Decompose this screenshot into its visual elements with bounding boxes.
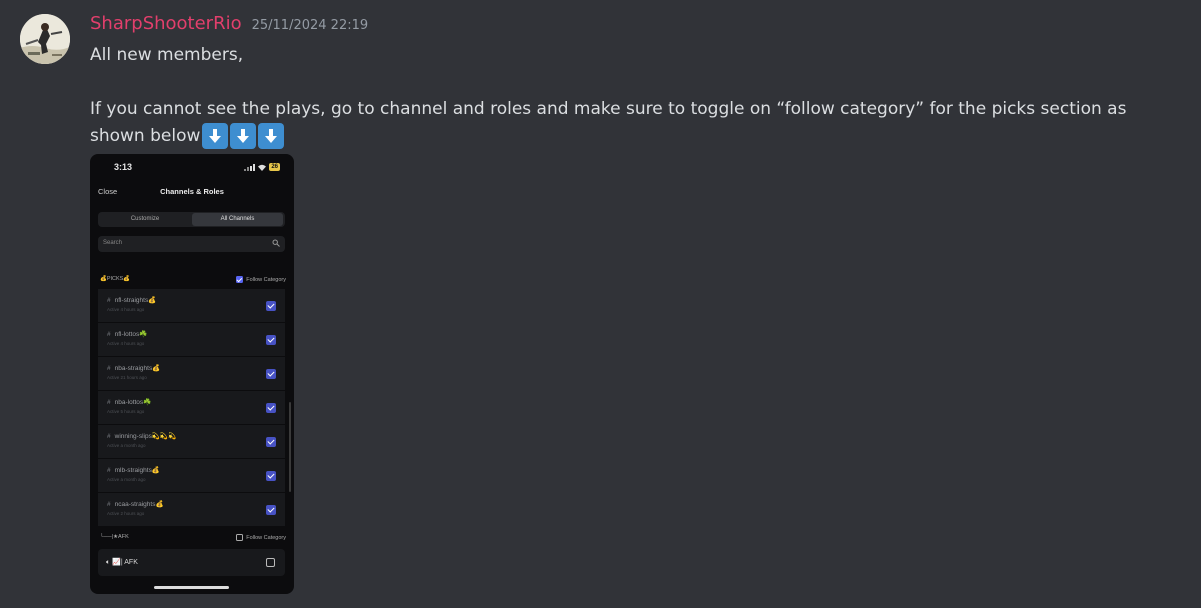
phone-search-placeholder: Search (103, 240, 123, 246)
phone-clock: 3:13 (114, 162, 133, 172)
phone-channel-name: # nfl-straights💰 (107, 297, 157, 304)
phone-channel-row: # mlb-straights💰 Active a month ago (98, 459, 285, 493)
phone-follow-category-picks: Follow Category (236, 276, 286, 283)
emoji-row (202, 123, 285, 149)
search-icon (272, 239, 280, 247)
phone-channel-name: # nba-straights💰 (107, 365, 161, 372)
phone-channel-name: # winning-slips💫💫💫 (107, 433, 177, 440)
arrow-down-emoji[interactable] (230, 123, 257, 149)
checkbox-checked-icon (266, 471, 276, 481)
hash-icon: # (107, 399, 111, 406)
phone-channel-row: # nba-straights💰 Active 21 hours ago (98, 357, 285, 391)
phone-channel-name: # ncaa-straights💰 (107, 501, 164, 508)
checkbox-checked-icon (266, 301, 276, 311)
checkbox-checked-icon (236, 276, 244, 283)
phone-tab-customize: Customize (130, 216, 160, 222)
phone-follow-category-label: Follow Category (246, 534, 286, 541)
phone-afk-channel-name: 🔈︎ 📈| AFK (106, 559, 138, 566)
phone-channel-row: # nba-lottos☘️ Active 5 hours ago (98, 391, 285, 425)
phone-home-indicator (154, 586, 229, 589)
phone-channel-row: # winning-slips💫💫💫 Active a month ago (98, 425, 285, 459)
message-line-instructions: If you cannot see the plays, go to chann… (90, 99, 1127, 119)
arrow-down-emoji[interactable] (202, 123, 229, 149)
phone-channel-activity: Active 4 hours ago (107, 341, 145, 346)
wifi-icon (258, 164, 267, 171)
phone-channel-name: # mlb-straights💰 (107, 467, 160, 474)
message-line-shown-below: shown below (90, 123, 1170, 150)
signal-icon (244, 163, 256, 171)
checkbox-checked-icon (266, 335, 276, 345)
phone-follow-category-afk: Follow Category (236, 534, 286, 541)
checkbox-checked-icon (266, 505, 276, 515)
author-name[interactable]: SharpShooterRio (90, 13, 242, 34)
phone-search-bar: Search (98, 236, 285, 252)
phone-picks-category-label: 💰PICKS💰 (100, 276, 131, 282)
phone-afk-channel-row: 🔈︎ 📈| AFK (98, 549, 285, 576)
battery-icon: 26 (269, 163, 280, 171)
chat-message: SharpShooterRio 25/11/2024 22:19 All new… (0, 0, 1201, 608)
phone-status-icons: 26 (244, 163, 280, 171)
message-line-greeting: All new members, (90, 45, 244, 65)
hash-icon: # (107, 365, 111, 372)
phone-channel-list: # nfl-straights💰 Active 4 hours ago # nfl-… (98, 289, 285, 527)
phone-picks-category-header: 💰PICKS💰 Follow Category (100, 276, 286, 286)
checkbox-checked-icon (266, 369, 276, 379)
phone-channel-name: # nba-lottos☘️ (107, 399, 152, 406)
checkbox-unchecked-icon (266, 558, 275, 567)
phone-nav-header: Close Channels & Roles (90, 185, 294, 199)
checkbox-unchecked-icon (236, 534, 244, 541)
message-timestamp: 25/11/2024 22:19 (251, 18, 369, 33)
phone-channel-name: # nfl-lottos☘️ (107, 331, 148, 338)
phone-afk-category-header: └──|★AFK Follow Category (100, 534, 286, 544)
phone-page-title: Channels & Roles (160, 187, 224, 196)
arrow-down-emoji[interactable] (258, 123, 285, 149)
phone-channel-row: # nfl-straights💰 Active 4 hours ago (98, 289, 285, 323)
avatar-image (20, 14, 70, 64)
phone-status-bar: 3:13 26 (90, 162, 294, 176)
phone-tabs: Customize All Channels (98, 212, 285, 227)
phone-channel-row: # nfl-lottos☘️ Active 4 hours ago (98, 323, 285, 357)
phone-channel-activity: Active a month ago (107, 443, 146, 448)
phone-scrollbar (289, 402, 291, 492)
avatar[interactable] (20, 14, 70, 64)
phone-channel-activity: Active a month ago (107, 477, 146, 482)
hash-icon: # (107, 467, 111, 474)
hash-icon: # (107, 297, 111, 304)
message-text-shown-below: shown below (90, 126, 201, 146)
phone-channel-row: # ncaa-straights💰 Active 2 hours ago (98, 493, 285, 527)
hash-icon: # (107, 433, 111, 440)
hash-icon: # (107, 501, 111, 508)
hash-icon: # (107, 331, 111, 338)
phone-follow-category-label: Follow Category (246, 276, 286, 283)
phone-channel-activity: Active 5 hours ago (107, 409, 145, 414)
phone-channel-activity: Active 4 hours ago (107, 307, 145, 312)
checkbox-checked-icon (266, 437, 276, 447)
message-content: All new members, If you cannot see the p… (90, 42, 1170, 150)
message-header: SharpShooterRio 25/11/2024 22:19 (90, 13, 368, 37)
phone-afk-category-label: └──|★AFK (100, 534, 129, 540)
phone-channel-activity: Active 2 hours ago (107, 511, 145, 516)
checkbox-checked-icon (266, 403, 276, 413)
phone-tab-all-channels: All Channels (192, 213, 283, 226)
phone-channel-activity: Active 21 hours ago (107, 375, 147, 380)
image-attachment[interactable]: 3:13 26 Close Channels & Roles Customize… (90, 154, 294, 594)
